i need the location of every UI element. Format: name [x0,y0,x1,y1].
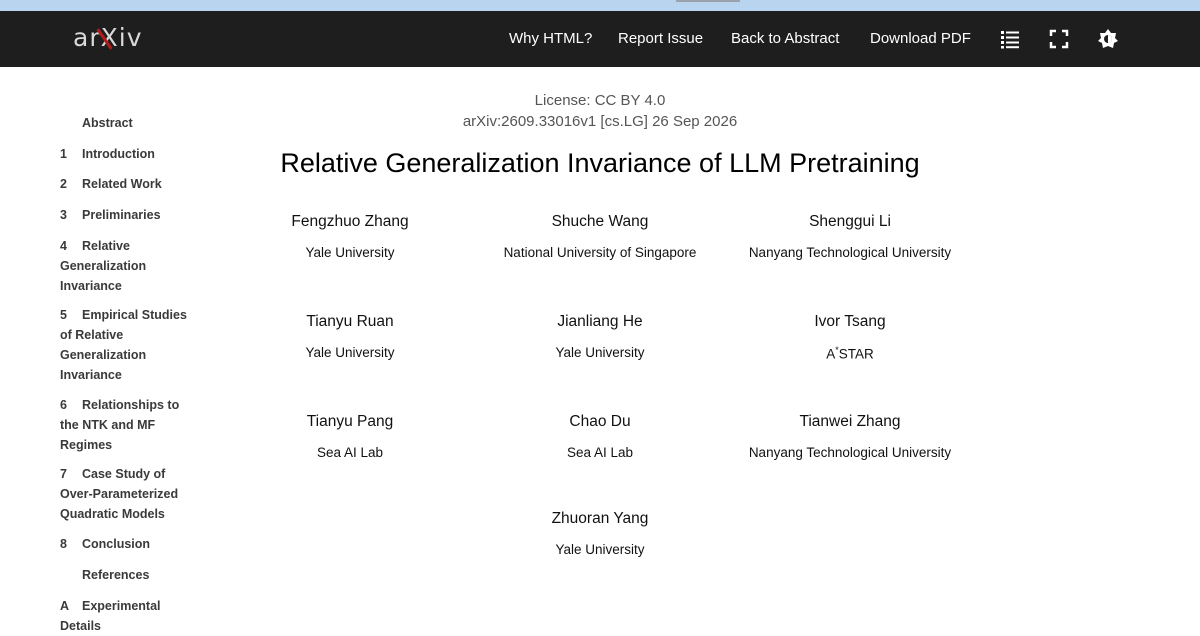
toc-item-conclusion[interactable]: 8 Conclusion [60,534,195,554]
author-block: Tianyu Pang Sea AI Lab [220,413,480,460]
why-html-link[interactable]: Why HTML? [509,30,592,47]
author-name: Chao Du [569,413,631,430]
author-affiliation: National University of Singapore [503,245,697,260]
toc-item-empirical-studies[interactable]: 5 Empirical Studies of Relative Generaliz… [60,305,195,385]
arxiv-logo[interactable]: arXiv [73,23,143,52]
author-affiliation: A*STAR [826,345,874,362]
author-block: Tianyu Ruan Yale University [220,313,480,360]
author-name: Jianliang He [557,313,643,330]
author-name: Zhuoran Yang [551,510,649,527]
list-icon[interactable] [999,28,1021,50]
fullscreen-icon[interactable] [1048,28,1070,50]
author-affiliation: Yale University [555,345,645,360]
author-block: Tianwei Zhang Nanyang Technological Univ… [720,413,980,460]
top-navbar: arXiv Why HTML? Report Issue Back to Abs… [0,11,1200,67]
author-block: Chao Du Sea AI Lab [470,413,730,460]
author-affiliation: Nanyang Technological University [748,245,952,260]
toc-item-ntk-mf-regimes[interactable]: 6 Relationships to the NTK and MF Regimes [60,395,188,455]
author-name: Fengzhuo Zhang [291,213,409,230]
author-affiliation: Yale University [555,542,645,557]
browser-top-strip [0,0,1200,11]
author-name: Shenggui Li [809,213,891,230]
license-text: License: CC BY 4.0 [534,92,666,109]
author-block: Shenggui Li Nanyang Technological Univer… [720,213,980,260]
author-name: Tianyu Ruan [306,313,394,330]
author-name: Tianyu Pang [306,413,394,430]
report-issue-link[interactable]: Report Issue [618,30,703,47]
author-name: Shuche Wang [551,213,649,230]
author-block: Jianliang He Yale University [470,313,730,360]
author-block: Fengzhuo Zhang Yale University [220,213,480,260]
author-affiliation: Nanyang Technological University [748,445,952,460]
back-to-abstract-link[interactable]: Back to Abstract [731,30,839,47]
toc-item-quadratic-models[interactable]: 7 Case Study of Over-Parameterized Quadra… [60,464,188,524]
download-pdf-link[interactable]: Download PDF [870,30,971,47]
theme-toggle-icon[interactable] [1097,28,1119,50]
author-block: Ivor Tsang A*STAR [720,313,980,362]
author-affiliation: Yale University [305,345,395,360]
toc-item-preliminaries[interactable]: 3 Preliminaries [60,205,195,225]
author-name: Tianwei Zhang [799,413,901,430]
toc-item-references[interactable]: References [60,565,195,585]
paper-title: Relative Generalization Invariance of LL… [280,148,920,178]
author-block: Shuche Wang National University of Singa… [470,213,730,260]
author-name: Ivor Tsang [814,313,886,330]
author-affiliation: Sea AI Lab [566,445,634,460]
arxiv-id-text: arXiv:2609.33016v1 [cs.LG] 26 Sep 2026 [462,113,738,130]
author-affiliation: Yale University [305,245,395,260]
top-strip-link-underline [676,0,740,2]
toc-item-relative-generalization-invariance[interactable]: 4 Relative Generalization Invariance [60,236,170,296]
toc-item-experimental-details[interactable]: A Experimental Details [60,596,180,636]
author-block: Zhuoran Yang Yale University [470,510,730,557]
author-affiliation: Sea AI Lab [316,445,384,460]
